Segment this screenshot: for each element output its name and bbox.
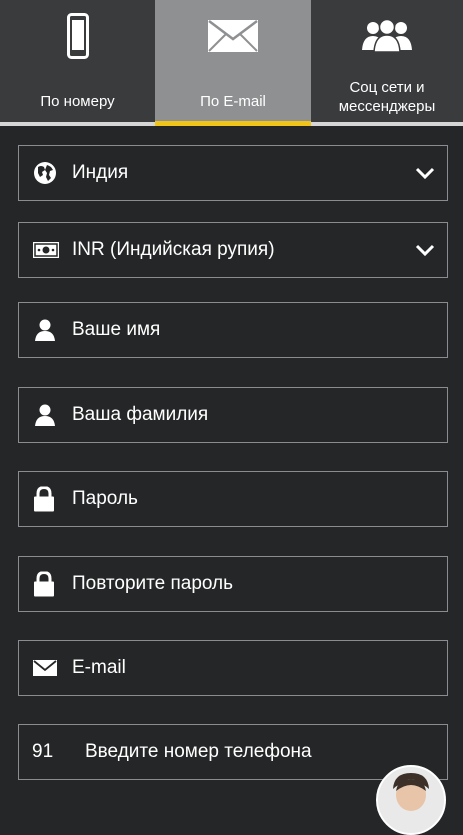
tab-social-label-line2: мессенджеры — [338, 98, 436, 115]
user-icon — [35, 404, 55, 426]
first-name-field[interactable] — [18, 302, 448, 358]
banknote-icon — [33, 242, 59, 258]
currency-select[interactable]: INR (Индийская рупия) — [18, 222, 448, 278]
tab-by-email-label: По E-mail — [200, 93, 266, 110]
last-name-input[interactable] — [72, 404, 412, 426]
email-field[interactable] — [18, 640, 448, 696]
phone-country-code: 91 — [32, 741, 54, 762]
registration-tabs: По номеру По E-mail Соц сети и мессендже… — [0, 0, 463, 126]
tab-by-email[interactable]: По E-mail — [155, 0, 311, 122]
avatar-face-icon — [393, 773, 429, 811]
people-icon — [362, 18, 412, 52]
tab-by-phone-label: По номеру — [40, 93, 115, 110]
lock-icon — [34, 571, 54, 597]
phone-icon — [66, 13, 89, 59]
password-repeat-field[interactable] — [18, 556, 448, 612]
password-input[interactable] — [72, 488, 412, 510]
envelope-icon — [208, 20, 258, 52]
password-field[interactable] — [18, 471, 448, 527]
chevron-down-icon — [415, 244, 435, 256]
lock-icon — [34, 486, 54, 512]
password-repeat-input[interactable] — [72, 573, 412, 595]
tab-by-phone[interactable]: По номеру — [0, 0, 155, 122]
active-tab-indicator — [155, 121, 311, 126]
envelope-icon — [33, 660, 57, 676]
phone-field[interactable]: 91 — [18, 724, 448, 780]
tab-social-label-line1: Соц сети и — [349, 79, 425, 96]
support-avatar[interactable] — [376, 765, 446, 835]
tab-social[interactable]: Соц сети и мессенджеры — [311, 0, 463, 122]
country-value: Индия — [72, 162, 129, 183]
phone-input[interactable] — [85, 741, 425, 763]
first-name-input[interactable] — [72, 319, 412, 341]
email-input[interactable] — [72, 657, 412, 679]
chevron-down-icon — [415, 167, 435, 179]
globe-icon — [34, 162, 56, 184]
country-select[interactable]: Индия — [18, 145, 448, 201]
user-icon — [35, 319, 55, 341]
currency-value: INR (Индийская рупия) — [72, 239, 275, 260]
last-name-field[interactable] — [18, 387, 448, 443]
